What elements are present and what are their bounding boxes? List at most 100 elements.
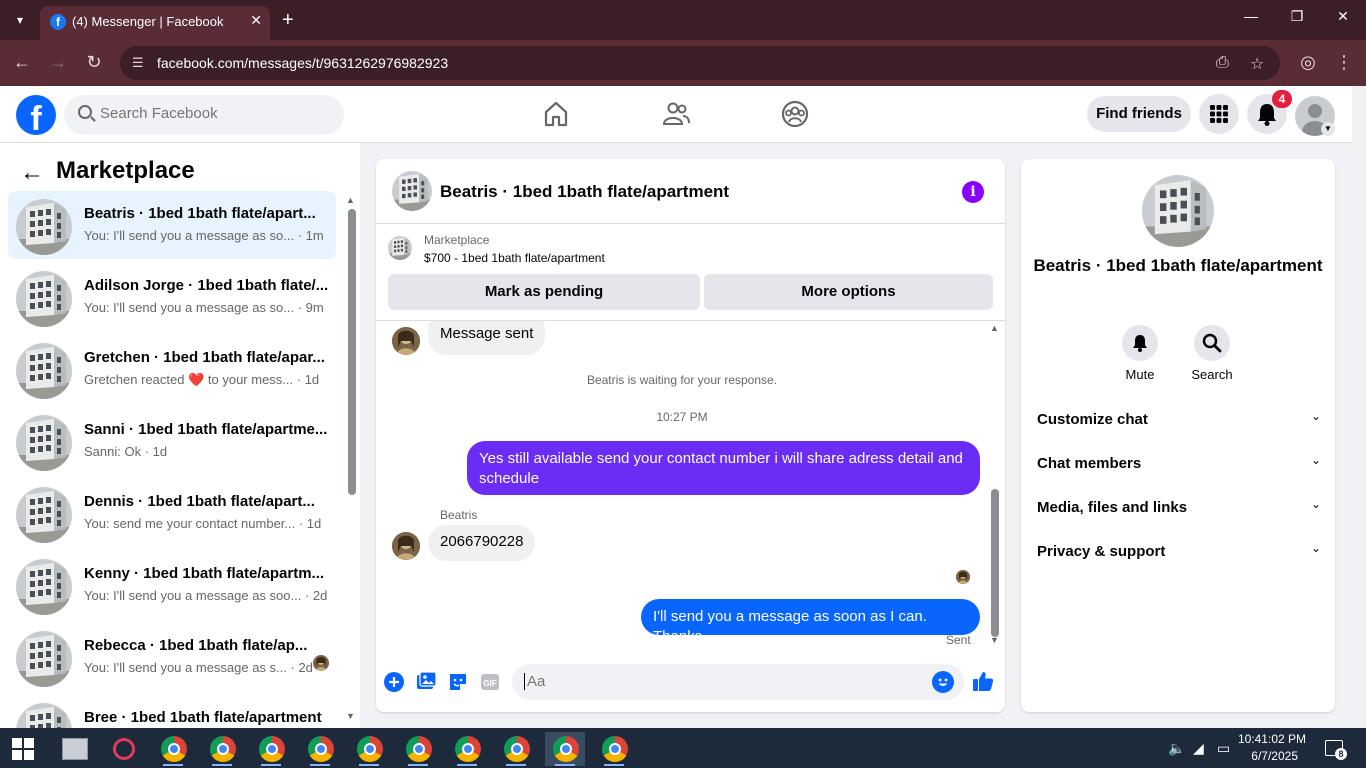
chevron-down-icon: ⌄ [1310, 453, 1321, 467]
profile-icon[interactable]: ◎ [1296, 52, 1320, 73]
snipping-tool-icon[interactable] [104, 732, 144, 766]
url-field[interactable]: ☰ facebook.com/messages/t/96312629769829… [120, 46, 1280, 80]
listing-photo[interactable] [1142, 175, 1214, 247]
plus-circle-icon[interactable] [383, 671, 405, 693]
chrome-profile-icon[interactable] [545, 732, 585, 766]
scroll-up-icon[interactable]: ▲ [990, 323, 999, 333]
sender-avatar[interactable] [392, 327, 420, 355]
incoming-message[interactable]: Message sent [428, 321, 546, 355]
clock-date[interactable]: 6/7/2025 [1236, 749, 1298, 763]
bookmark-star-icon[interactable]: ☆ [1250, 54, 1264, 74]
conversation-list-pane: ← Marketplace Beatris · 1bed 1bath flate… [0, 143, 360, 728]
message-input[interactable] [524, 673, 914, 690]
chrome-icon[interactable] [153, 732, 193, 766]
photo-icon[interactable] [415, 671, 437, 693]
listing-thumbnail [16, 415, 72, 471]
conversation-list-scrollbar[interactable]: ▲ ▼ [344, 195, 358, 725]
site-info-icon[interactable]: ☰ [132, 55, 144, 71]
conversation-item[interactable]: Kenny · 1bed 1bath flate/apartm... You: … [8, 551, 336, 619]
restore-icon[interactable]: ❐ [1274, 8, 1320, 25]
app-grid-icon [1210, 105, 1228, 123]
emoji-icon[interactable] [932, 671, 954, 693]
battery-icon[interactable]: ▭ [1217, 740, 1230, 757]
sender-avatar[interactable] [392, 532, 420, 560]
chevron-down-icon[interactable]: ▼ [1321, 122, 1335, 136]
new-tab-icon[interactable]: + [282, 8, 294, 32]
clock-time[interactable]: 10:41:02 PM [1236, 732, 1306, 746]
conversation-preview: You: I'll send you a message as so... · … [84, 300, 324, 315]
browser-tab[interactable]: f (4) Messenger | Facebook ✕ [40, 6, 270, 40]
facebook-logo-icon[interactable]: f [16, 95, 56, 135]
chat-title[interactable]: Beatris · 1bed 1bath flate/apartment [440, 182, 729, 202]
network-icon[interactable]: ◢ [1193, 740, 1204, 757]
volume-icon[interactable]: 🔈 [1168, 740, 1185, 757]
forward-icon[interactable]: → [46, 52, 70, 73]
chrome-profile-icon[interactable] [202, 732, 242, 766]
chrome-profile-icon[interactable] [398, 732, 438, 766]
conversation-item[interactable]: Rebecca · 1bed 1bath flate/ap... You: I'… [8, 623, 336, 691]
message-status: Sent [946, 633, 971, 647]
privacy-support-section[interactable]: Privacy & support ⌄ [1037, 531, 1321, 575]
minimize-icon[interactable]: — [1228, 8, 1274, 24]
media-files-links-section[interactable]: Media, files and links ⌄ [1037, 487, 1321, 531]
conversation-item[interactable]: Bree · 1bed 1bath flate/apartment [8, 695, 336, 728]
conversation-item[interactable]: Gretchen · 1bed 1bath flate/apar... Gret… [8, 335, 336, 403]
scrollbar-thumb[interactable] [348, 209, 356, 495]
window-close-icon[interactable]: ✕ [1320, 8, 1366, 25]
scrollbar-thumb[interactable] [991, 489, 999, 637]
tab-search-icon[interactable]: ▾ [8, 8, 32, 32]
info-icon[interactable]: i [962, 181, 984, 203]
groups-icon[interactable] [781, 100, 809, 128]
back-arrow-icon[interactable]: ← [20, 159, 44, 187]
back-icon[interactable]: ← [10, 52, 34, 73]
scroll-up-icon[interactable]: ▲ [346, 195, 355, 205]
friends-icon[interactable] [662, 100, 690, 128]
mark-as-pending-button[interactable]: Mark as pending [388, 274, 700, 310]
mute-button[interactable]: Mute [1110, 325, 1170, 382]
chat-scrollbar[interactable]: ▲ ▼ [988, 321, 1002, 651]
file-explorer-icon[interactable] [55, 732, 95, 766]
message-input-box[interactable] [512, 664, 964, 700]
chrome-profile-icon[interactable] [251, 732, 291, 766]
scroll-down-icon[interactable]: ▼ [346, 711, 355, 721]
chrome-profile-icon[interactable] [594, 732, 634, 766]
thumbs-up-icon[interactable] [972, 670, 994, 692]
listing-description[interactable]: $700 - 1bed 1bath flate/apartment [424, 251, 605, 265]
outgoing-message[interactable]: I'll send you a message as soon as I can… [641, 599, 980, 645]
chrome-profile-icon[interactable] [349, 732, 389, 766]
facebook-search[interactable] [64, 95, 344, 135]
scroll-down-icon[interactable]: ▼ [990, 635, 999, 645]
find-friends-button[interactable]: Find friends [1087, 96, 1191, 132]
conversation-item[interactable]: Dennis · 1bed 1bath flate/apart... You: … [8, 479, 336, 547]
conversation-item[interactable]: Adilson Jorge · 1bed 1bath flate/... You… [8, 263, 336, 331]
chrome-profile-icon[interactable] [447, 732, 487, 766]
outgoing-message[interactable]: Yes still available send your contact nu… [467, 441, 980, 495]
customize-chat-section[interactable]: Customize chat ⌄ [1037, 399, 1321, 443]
search-input[interactable] [100, 105, 330, 122]
chat-members-section[interactable]: Chat members ⌄ [1037, 443, 1321, 487]
browser-menu-icon[interactable]: ⋮ [1332, 52, 1356, 73]
home-icon[interactable] [542, 100, 570, 128]
conversation-item[interactable]: Sanni · 1bed 1bath flate/apartme... Sann… [8, 407, 336, 475]
menu-button[interactable] [1199, 94, 1239, 134]
reload-icon[interactable]: ↻ [82, 52, 106, 73]
windows-start-icon[interactable] [12, 738, 34, 760]
facebook-header: f Find friends [0, 86, 1352, 143]
incoming-message[interactable]: 2066790228 [428, 525, 536, 561]
chevron-down-icon: ⌄ [1310, 541, 1321, 555]
conversation-item[interactable]: Beatris · 1bed 1bath flate/apart... You:… [8, 191, 336, 259]
search-label: Search [1191, 367, 1233, 382]
tab-close-icon[interactable]: ✕ [250, 12, 262, 29]
conversation-preview: You: send me your contact number... · 1d [84, 516, 322, 531]
install-app-icon[interactable]: ⎙ [1216, 54, 1229, 72]
gif-icon[interactable]: GIF [479, 671, 501, 693]
chrome-profile-icon[interactable] [300, 732, 340, 766]
conversation-preview: Sanni: Ok · 1d [84, 444, 168, 459]
page-scrollbar[interactable] [1352, 86, 1366, 728]
conversation-preview: You: I'll send you a message as s... · 2… [84, 660, 313, 675]
sticker-icon[interactable] [447, 671, 469, 693]
search-in-chat-button[interactable]: Search [1182, 325, 1242, 382]
chat-thumbnail[interactable] [392, 171, 432, 211]
chrome-profile-icon[interactable] [496, 732, 536, 766]
more-options-button[interactable]: More options [704, 274, 993, 310]
